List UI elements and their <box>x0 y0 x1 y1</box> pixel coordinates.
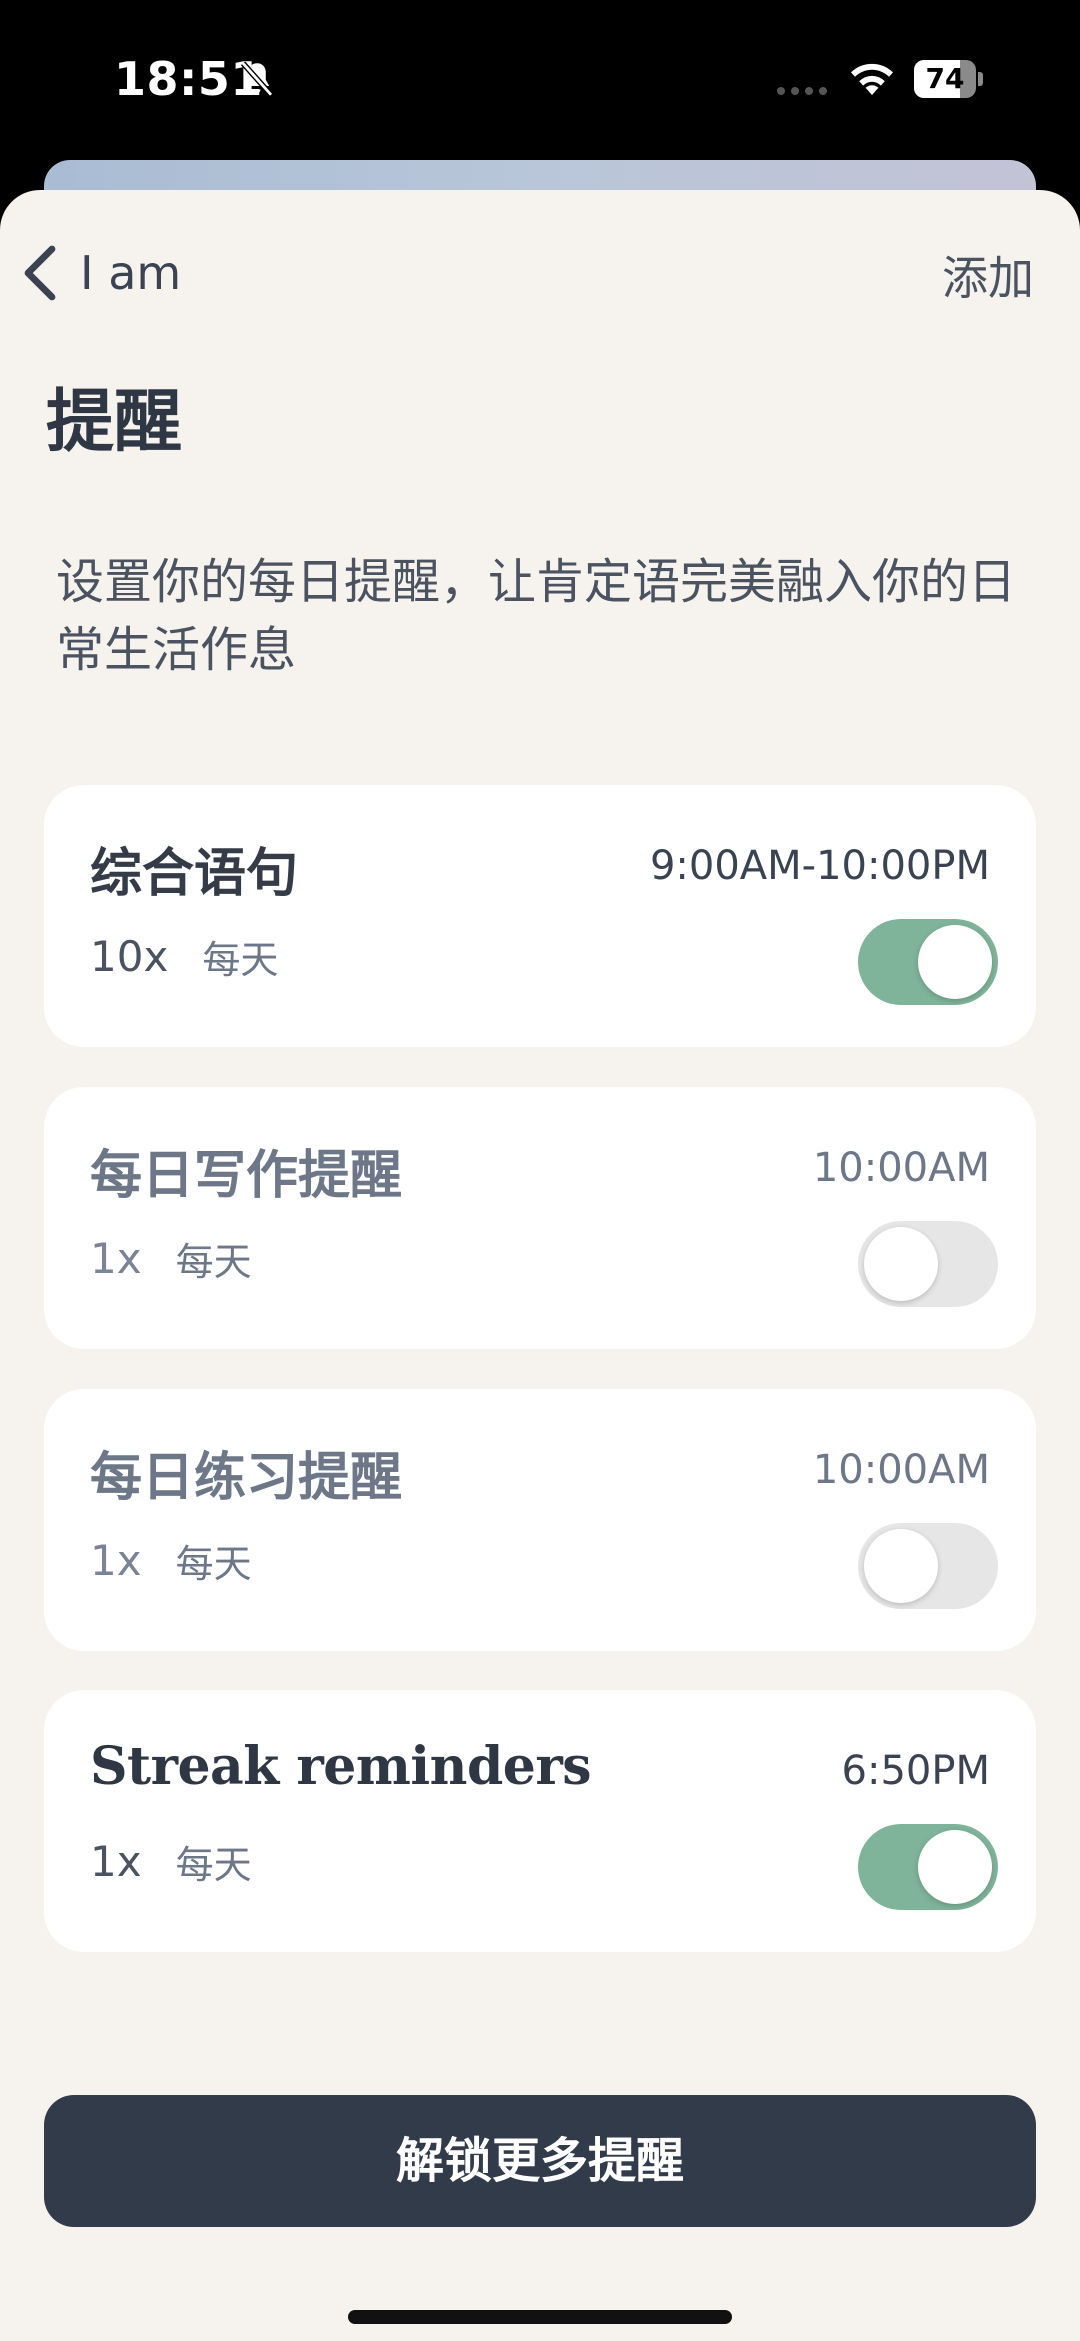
reminder-title: 每日写作提醒 <box>90 1146 403 1206</box>
back-label: I am <box>80 246 182 300</box>
screen: 18:51 74 I am 添加 提醒 设置你的每日提醒，让肯定语完美融入你的日… <box>0 0 1080 2341</box>
signal-dots-icon <box>777 87 827 95</box>
reminder-time: 6:50PM <box>841 1748 990 1794</box>
reminder-time: 9:00AM-10:00PM <box>649 843 990 889</box>
reminder-frequency: 10x 每天 <box>90 929 278 984</box>
reminder-frequency: 1x 每天 <box>90 1533 252 1588</box>
reminder-period: 每天 <box>202 938 279 982</box>
reminder-period: 每天 <box>175 1240 252 1284</box>
reminder-period: 每天 <box>175 1843 252 1887</box>
reminder-card[interactable]: 每日写作提醒 10:00AM 1x 每天 <box>44 1087 1036 1349</box>
reminder-count: 1x <box>90 1536 142 1585</box>
toggle-knob <box>918 1830 992 1904</box>
page-description: 设置你的每日提醒，让肯定语完美融入你的日常生活作息 <box>56 554 1017 678</box>
reminder-toggle[interactable] <box>858 919 998 1005</box>
reminder-frequency: 1x 每天 <box>90 1834 252 1889</box>
bell-off-icon <box>240 61 274 97</box>
toggle-knob <box>918 925 992 999</box>
reminder-card[interactable]: 综合语句 9:00AM-10:00PM 10x 每天 <box>44 785 1036 1047</box>
add-button[interactable]: 添加 <box>942 242 1034 308</box>
reminder-count: 10x <box>90 932 169 981</box>
reminders-sheet: I am 添加 提醒 设置你的每日提醒，让肯定语完美融入你的日常生活作息 综合语… <box>0 190 1080 2341</box>
reminder-title: Streak reminders <box>90 1736 592 1797</box>
home-indicator <box>348 2310 732 2324</box>
reminder-count: 1x <box>90 1234 142 1283</box>
reminder-toggle[interactable] <box>858 1523 998 1609</box>
back-button[interactable]: I am <box>22 238 181 308</box>
reminder-frequency: 1x 每天 <box>90 1231 252 1286</box>
reminder-card[interactable]: Streak reminders 6:50PM 1x 每天 <box>44 1690 1036 1952</box>
toggle-knob <box>864 1529 938 1603</box>
reminder-time: 10:00AM <box>812 1447 990 1493</box>
reminder-title: 每日练习提醒 <box>90 1448 403 1508</box>
page-title: 提醒 <box>46 383 183 462</box>
battery-level: 74 <box>925 62 965 95</box>
toggle-knob <box>864 1227 938 1301</box>
battery-icon: 74 <box>914 60 984 98</box>
reminder-count: 1x <box>90 1837 142 1886</box>
reminder-period: 每天 <box>175 1542 252 1586</box>
status-bar: 18:51 74 <box>0 0 1080 160</box>
reminder-card[interactable]: 每日练习提醒 10:00AM 1x 每天 <box>44 1389 1036 1651</box>
wifi-icon <box>851 63 893 95</box>
reminder-toggle[interactable] <box>858 1221 998 1307</box>
unlock-more-reminders-button[interactable]: 解锁更多提醒 <box>44 2095 1036 2227</box>
reminder-title: 综合语句 <box>90 844 299 904</box>
reminder-toggle[interactable] <box>858 1824 998 1910</box>
reminder-time: 10:00AM <box>812 1145 990 1191</box>
chevron-left-icon <box>24 245 56 301</box>
